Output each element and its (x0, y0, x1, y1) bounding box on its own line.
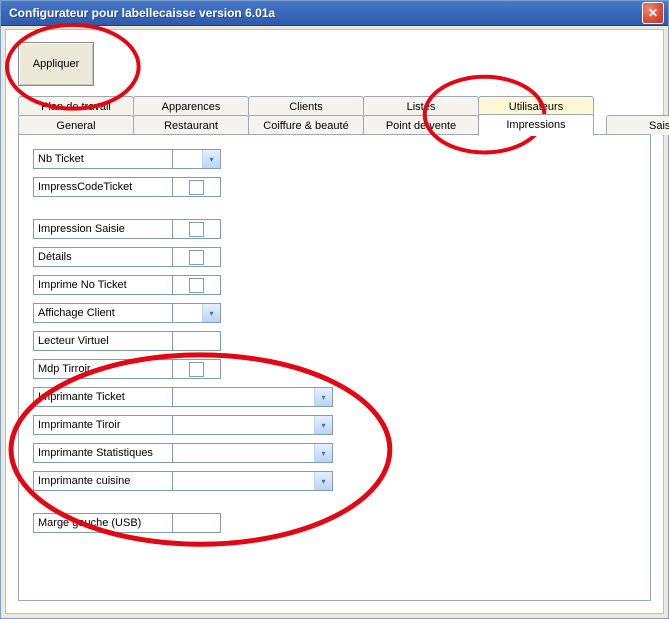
imprime-no-ticket-cell (173, 275, 221, 295)
tab-label: Saisie (649, 120, 669, 132)
imprimante-cuisine-combo[interactable]: ▾ (173, 471, 333, 491)
field-imprimante-statistiques: Imprimante Statistiques ▾ (33, 443, 636, 463)
field-imprime-no-ticket: Imprime No Ticket (33, 275, 636, 295)
tab-saisie[interactable]: Saisie (606, 115, 669, 135)
tab-spacer (593, 115, 607, 134)
nb-ticket-value (173, 150, 202, 168)
tab-label: Point de vente (386, 120, 456, 132)
tab-general[interactable]: General (18, 115, 134, 135)
mdp-tirroir-label: Mdp Tirroir (33, 359, 173, 379)
affichage-client-label: Affichage Client (33, 303, 173, 323)
impression-saisie-checkbox[interactable] (189, 222, 204, 237)
client-area: Appliquer Plan de travail Apparences Cli… (5, 29, 664, 614)
tab-label: Coiffure & beauté (263, 120, 348, 132)
tab-restaurant[interactable]: Restaurant (133, 115, 249, 135)
imprimante-ticket-combo[interactable]: ▾ (173, 387, 333, 407)
imprimante-ticket-value (173, 388, 314, 406)
imprimante-statistiques-label: Imprimante Statistiques (33, 443, 173, 463)
tab-label: Utilisateurs (509, 101, 563, 113)
field-details: Détails (33, 247, 636, 267)
tab-coiffure-beaute[interactable]: Coiffure & beauté (248, 115, 364, 135)
tab-utilisateurs[interactable]: Utilisateurs (478, 96, 594, 116)
details-label: Détails (33, 247, 173, 267)
titlebar: Configurateur pour labellecaisse version… (1, 1, 668, 26)
apply-button[interactable]: Appliquer (18, 42, 94, 86)
tab-label: Plan de travail (41, 101, 111, 113)
tab-apparences[interactable]: Apparences (133, 96, 249, 116)
config-window: Configurateur pour labellecaisse version… (0, 0, 669, 619)
tab-clients[interactable]: Clients (248, 96, 364, 116)
tab-listes[interactable]: Listes (363, 96, 479, 116)
tab-impressions[interactable]: Impressions (478, 114, 594, 136)
imprimante-cuisine-label: Imprimante cuisine (33, 471, 173, 491)
window-title: Configurateur pour labellecaisse version… (9, 6, 642, 20)
chevron-down-icon: ▾ (314, 388, 332, 406)
impress-code-ticket-checkbox[interactable] (189, 180, 204, 195)
tab-label: Apparences (162, 101, 221, 113)
chevron-down-icon: ▾ (314, 416, 332, 434)
field-impression-saisie: Impression Saisie (33, 219, 636, 239)
tab-label: Restaurant (164, 120, 218, 132)
imprimante-ticket-label: Imprimante Ticket (33, 387, 173, 407)
details-checkbox[interactable] (189, 250, 204, 265)
tab-page-impressions: Nb Ticket ▾ ImpressCodeTicket Impression… (18, 134, 651, 601)
chevron-down-icon: ▾ (202, 150, 220, 168)
tab-strip: Plan de travail Apparences Clients Liste… (18, 96, 651, 134)
tab-row-top: Plan de travail Apparences Clients Liste… (18, 96, 651, 115)
chevron-down-icon: ▾ (314, 472, 332, 490)
tab-label: Clients (289, 101, 323, 113)
imprimante-tiroir-label: Imprimante Tiroir (33, 415, 173, 435)
impress-code-ticket-cell (173, 177, 221, 197)
impress-code-ticket-label: ImpressCodeTicket (33, 177, 173, 197)
imprimante-statistiques-value (173, 444, 314, 462)
tab-label: General (56, 120, 95, 132)
mdp-tirroir-cell (173, 359, 221, 379)
field-affichage-client: Affichage Client ▾ (33, 303, 636, 323)
lecteur-virtuel-input[interactable] (173, 331, 221, 351)
imprimante-tiroir-combo[interactable]: ▾ (173, 415, 333, 435)
field-imprimante-ticket: Imprimante Ticket ▾ (33, 387, 636, 407)
mdp-tirroir-checkbox[interactable] (189, 362, 204, 377)
field-lecteur-virtuel: Lecteur Virtuel (33, 331, 636, 351)
affichage-client-combo[interactable]: ▾ (173, 303, 221, 323)
lecteur-virtuel-label: Lecteur Virtuel (33, 331, 173, 351)
details-cell (173, 247, 221, 267)
imprime-no-ticket-label: Imprime No Ticket (33, 275, 173, 295)
field-nb-ticket: Nb Ticket ▾ (33, 149, 636, 169)
imprime-no-ticket-checkbox[interactable] (189, 278, 204, 293)
chevron-down-icon: ▾ (314, 444, 332, 462)
nb-ticket-label: Nb Ticket (33, 149, 173, 169)
tab-row-bottom: General Restaurant Coiffure & beauté Poi… (18, 115, 651, 134)
tab-label: Impressions (506, 119, 565, 131)
field-imprimante-tiroir: Imprimante Tiroir ▾ (33, 415, 636, 435)
imprimante-cuisine-value (173, 472, 314, 490)
impression-saisie-cell (173, 219, 221, 239)
close-button[interactable]: ✕ (642, 2, 664, 24)
imprimante-statistiques-combo[interactable]: ▾ (173, 443, 333, 463)
impression-saisie-label: Impression Saisie (33, 219, 173, 239)
field-marge-gauche-usb: Marge gauche (USB) (33, 513, 636, 533)
imprimante-tiroir-value (173, 416, 314, 434)
affichage-client-value (173, 304, 202, 322)
marge-gauche-usb-input[interactable] (173, 513, 221, 533)
tab-point-de-vente[interactable]: Point de vente (363, 115, 479, 135)
tab-label: Listes (407, 101, 436, 113)
tab-plan-de-travail[interactable]: Plan de travail (18, 96, 134, 116)
nb-ticket-combo[interactable]: ▾ (173, 149, 221, 169)
field-impress-code-ticket: ImpressCodeTicket (33, 177, 636, 197)
chevron-down-icon: ▾ (202, 304, 220, 322)
marge-gauche-usb-label: Marge gauche (USB) (33, 513, 173, 533)
field-mdp-tirroir: Mdp Tirroir (33, 359, 636, 379)
close-icon: ✕ (648, 7, 658, 19)
field-imprimante-cuisine: Imprimante cuisine ▾ (33, 471, 636, 491)
